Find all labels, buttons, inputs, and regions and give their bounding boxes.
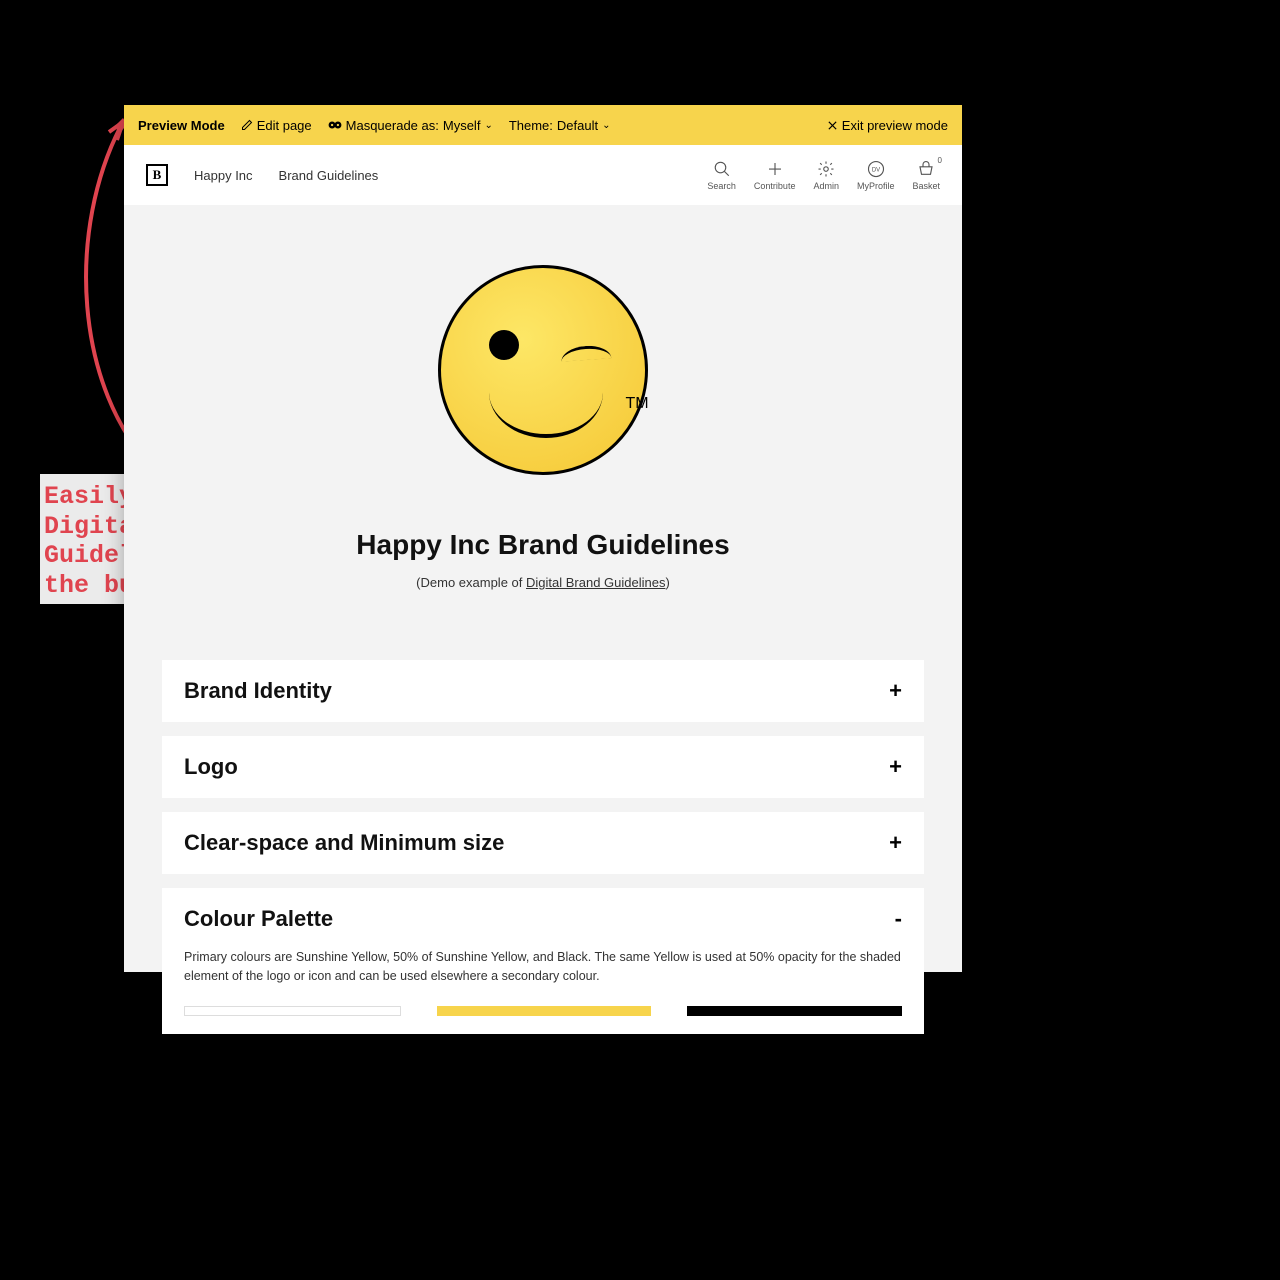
preview-mode-label: Preview Mode [138,118,225,133]
nav-admin[interactable]: Admin [813,160,839,191]
gear-icon [817,160,835,178]
search-icon [713,160,731,178]
exit-preview-button[interactable]: Exit preview mode [827,118,948,133]
nav-search-label: Search [707,181,736,191]
nav-search[interactable]: Search [707,160,736,191]
colour-swatches [184,1006,902,1016]
mask-icon [328,120,342,130]
brand-smiley-logo [438,265,648,475]
accordion-header[interactable]: Clear-space and Minimum size + [184,830,902,856]
swatch-white [184,1006,401,1016]
nav-contribute-label: Contribute [754,181,796,191]
accordion-item-logo: Logo + [162,736,924,798]
expand-icon: + [889,830,902,856]
subtitle-suffix: ) [665,575,669,590]
accordion-item-brand-identity: Brand Identity + [162,660,924,722]
page-title: Happy Inc Brand Guidelines [124,529,962,561]
accordion-header[interactable]: Colour Palette - [184,906,902,932]
theme-prefix: Theme: [509,118,553,133]
edit-page-label: Edit page [257,118,312,133]
accordion-title: Colour Palette [184,906,333,932]
top-nav: B Happy Inc Brand Guidelines Search Cont… [124,145,962,205]
basket-count-badge: 0 [938,156,942,165]
plus-icon [766,160,784,178]
accordion-header[interactable]: Brand Identity + [184,678,902,704]
accordion-title: Logo [184,754,238,780]
nav-contribute[interactable]: Contribute [754,160,796,191]
page-content: TM Happy Inc Brand Guidelines (Demo exam… [124,205,962,1068]
brand-logo[interactable]: B [146,164,168,186]
trademark-symbol: TM [625,395,648,412]
theme-dropdown[interactable]: Theme: Default ⌄ [509,118,611,133]
masquerade-prefix: Masquerade as: [346,118,439,133]
app-window: Preview Mode Edit page Masquerade as: My… [124,105,962,972]
nav-guidelines-link[interactable]: Brand Guidelines [279,168,379,183]
nav-profile-label: MyProfile [857,181,895,191]
exit-preview-label: Exit preview mode [842,118,948,133]
avatar-icon: DV [867,160,885,178]
nav-profile[interactable]: DV MyProfile [857,160,895,191]
theme-value: Default [557,118,598,133]
chevron-down-icon: ⌄ [602,120,610,131]
svg-text:DV: DV [872,167,880,173]
basket-icon [917,160,935,178]
accordion-title: Brand Identity [184,678,332,704]
chevron-down-icon: ⌄ [484,120,492,131]
masquerade-dropdown[interactable]: Masquerade as: Myself ⌄ [328,118,493,133]
swatch-black [687,1006,902,1016]
edit-page-button[interactable]: Edit page [241,118,312,133]
accordion-title: Clear-space and Minimum size [184,830,504,856]
expand-icon: + [889,754,902,780]
hero-section: TM Happy Inc Brand Guidelines (Demo exam… [124,205,962,630]
nav-admin-label: Admin [813,181,839,191]
swatch-yellow [437,1006,652,1016]
accordion-header[interactable]: Logo + [184,754,902,780]
preview-bar: Preview Mode Edit page Masquerade as: My… [124,105,962,145]
accordion: Brand Identity + Logo + Clear-space and … [124,660,962,1034]
nav-basket[interactable]: 0 Basket [912,160,940,191]
accordion-item-clear-space: Clear-space and Minimum size + [162,812,924,874]
pencil-icon [241,119,253,131]
accordion-item-colour-palette: Colour Palette - Primary colours are Sun… [162,888,924,1034]
close-icon [827,120,838,131]
expand-icon: + [889,678,902,704]
digital-brand-guidelines-link[interactable]: Digital Brand Guidelines [526,575,665,590]
masquerade-value: Myself [443,118,481,133]
subtitle-prefix: (Demo example of [416,575,526,590]
nav-brand-link[interactable]: Happy Inc [194,168,253,183]
nav-basket-label: Basket [912,181,940,191]
collapse-icon: - [895,906,902,932]
accordion-body-text: Primary colours are Sunshine Yellow, 50%… [184,948,902,986]
page-subtitle: (Demo example of Digital Brand Guideline… [124,575,962,590]
